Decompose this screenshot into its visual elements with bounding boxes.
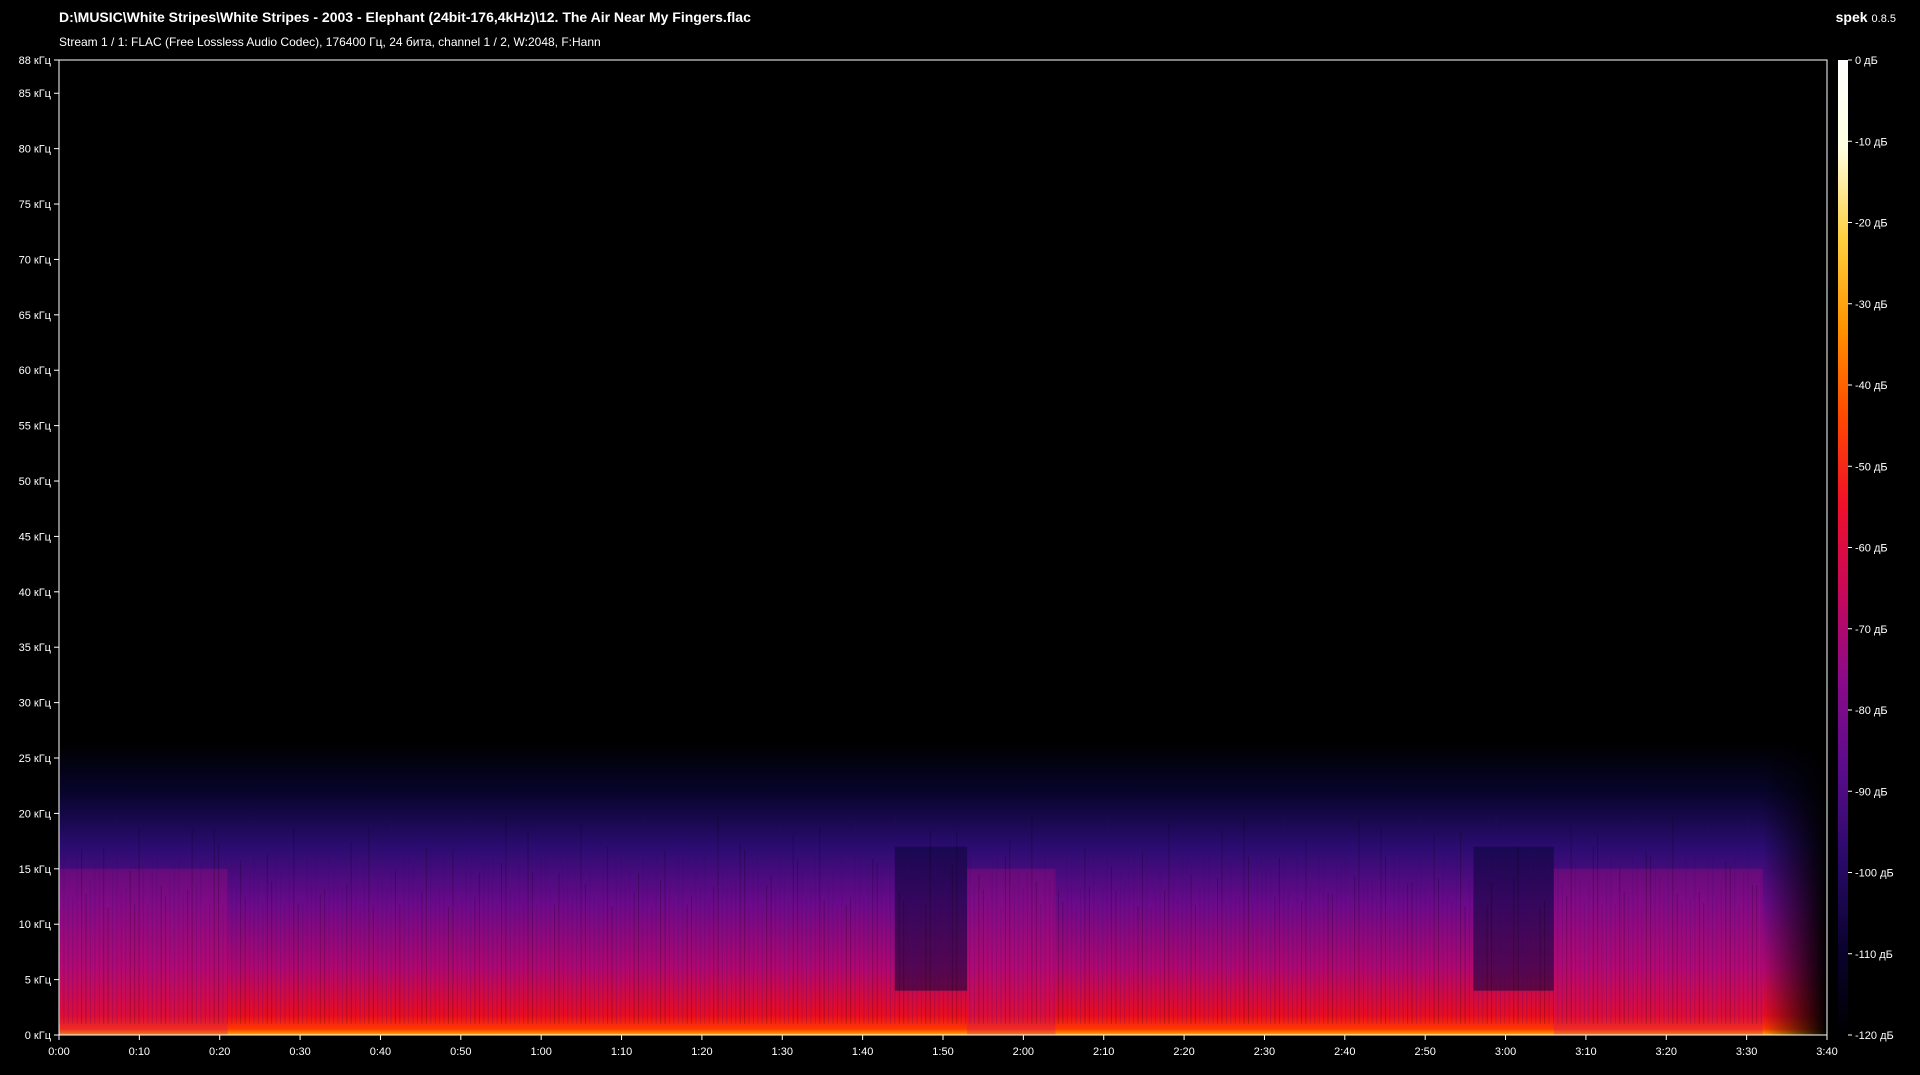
time-tick-label: 1:50 — [932, 1046, 953, 1058]
freq-tick-label: 50 кГц — [19, 476, 52, 488]
time-tick-label: 3:30 — [1736, 1046, 1757, 1058]
level-colorbar: 0 дБ -10 дБ -20 дБ -30 дБ -40 дБ -50 дБ -60 дБ… — [1838, 55, 1894, 1042]
freq-tick-label: 80 кГц — [19, 144, 52, 156]
freq-tick-label: 5 кГц — [25, 975, 52, 987]
time-tick-label: 1:00 — [530, 1046, 551, 1058]
freq-tick-label: 20 кГц — [19, 808, 52, 820]
level-tick-label: -100 дБ — [1855, 868, 1894, 880]
level-tick-label: -40 дБ — [1855, 380, 1888, 392]
freq-tick-label: 75 кГц — [19, 199, 52, 211]
time-tick-label: 2:10 — [1093, 1046, 1114, 1058]
time-tick-label: 0:20 — [209, 1046, 230, 1058]
level-tick-label: -80 дБ — [1855, 705, 1888, 717]
time-tick-label: 1:10 — [611, 1046, 632, 1058]
level-tick-label: -110 дБ — [1855, 949, 1893, 961]
freq-tick-label: 55 кГц — [19, 421, 52, 433]
time-tick-label: 3:40 — [1816, 1046, 1837, 1058]
freq-tick-label: 65 кГц — [19, 310, 52, 322]
freq-tick-label: 0 кГц — [25, 1030, 52, 1042]
level-tick-label: -120 дБ — [1855, 1030, 1894, 1042]
time-tick-label: 1:30 — [772, 1046, 793, 1058]
time-tick-label: 2:40 — [1334, 1046, 1355, 1058]
time-tick-label: 3:10 — [1575, 1046, 1596, 1058]
freq-tick-label: 85 кГц — [19, 88, 52, 100]
frequency-axis: 0 кГц 5 кГц 10 кГц 15 кГц 20 кГц 25 кГц 30 кГц… — [19, 55, 59, 1042]
freq-tick-label: 15 кГц — [19, 864, 52, 876]
time-tick-label: 2:20 — [1173, 1046, 1194, 1058]
freq-tick-label: 88 кГц — [19, 55, 52, 67]
freq-tick-label: 40 кГц — [19, 587, 52, 599]
level-tick-label: -70 дБ — [1855, 624, 1888, 636]
spectrogram-view: 0 кГц 5 кГц 10 кГц 15 кГц 20 кГц 25 кГц 30 кГц… — [19, 55, 1894, 1058]
level-tick-label: -20 дБ — [1855, 218, 1888, 230]
freq-tick-label: 25 кГц — [19, 753, 52, 765]
time-tick-label: 1:40 — [852, 1046, 873, 1058]
level-tick-label: -30 дБ — [1855, 299, 1888, 311]
time-tick-label: 0:10 — [129, 1046, 150, 1058]
freq-tick-label: 70 кГц — [19, 254, 52, 266]
time-tick-label: 1:20 — [691, 1046, 712, 1058]
freq-tick-label: 35 кГц — [19, 642, 52, 654]
time-tick-label: 0:00 — [48, 1046, 69, 1058]
fade-out — [1762, 60, 1827, 1035]
colorbar-gradient — [1838, 60, 1848, 1035]
level-tick-label: 0 дБ — [1855, 55, 1878, 67]
time-tick-label: 3:00 — [1495, 1046, 1516, 1058]
time-tick-label: 0:40 — [370, 1046, 391, 1058]
time-tick-label: 0:50 — [450, 1046, 471, 1058]
freq-tick-label: 60 кГц — [19, 365, 52, 377]
time-tick-label: 2:50 — [1414, 1046, 1435, 1058]
time-tick-label: 2:30 — [1254, 1046, 1275, 1058]
loud-section — [967, 868, 1056, 1035]
freq-tick-label: 10 кГц — [19, 919, 52, 931]
level-tick-label: -50 дБ — [1855, 461, 1888, 473]
time-tick-label: 0:30 — [289, 1046, 310, 1058]
level-tick-label: -10 дБ — [1855, 136, 1888, 148]
spectrogram-plot — [59, 60, 1827, 1035]
level-tick-label: -60 дБ — [1855, 543, 1888, 555]
loud-section — [1553, 868, 1763, 1035]
time-axis: 0:00 0:10 0:20 0:30 0:40 0:50 1:00 1:10 1:20 1:30… — [48, 1035, 1838, 1058]
freq-tick-label: 30 кГц — [19, 698, 52, 710]
time-tick-label: 3:20 — [1656, 1046, 1677, 1058]
freq-tick-label: 45 кГц — [19, 531, 52, 543]
time-tick-label: 2:00 — [1013, 1046, 1034, 1058]
level-tick-label: -90 дБ — [1855, 786, 1888, 798]
